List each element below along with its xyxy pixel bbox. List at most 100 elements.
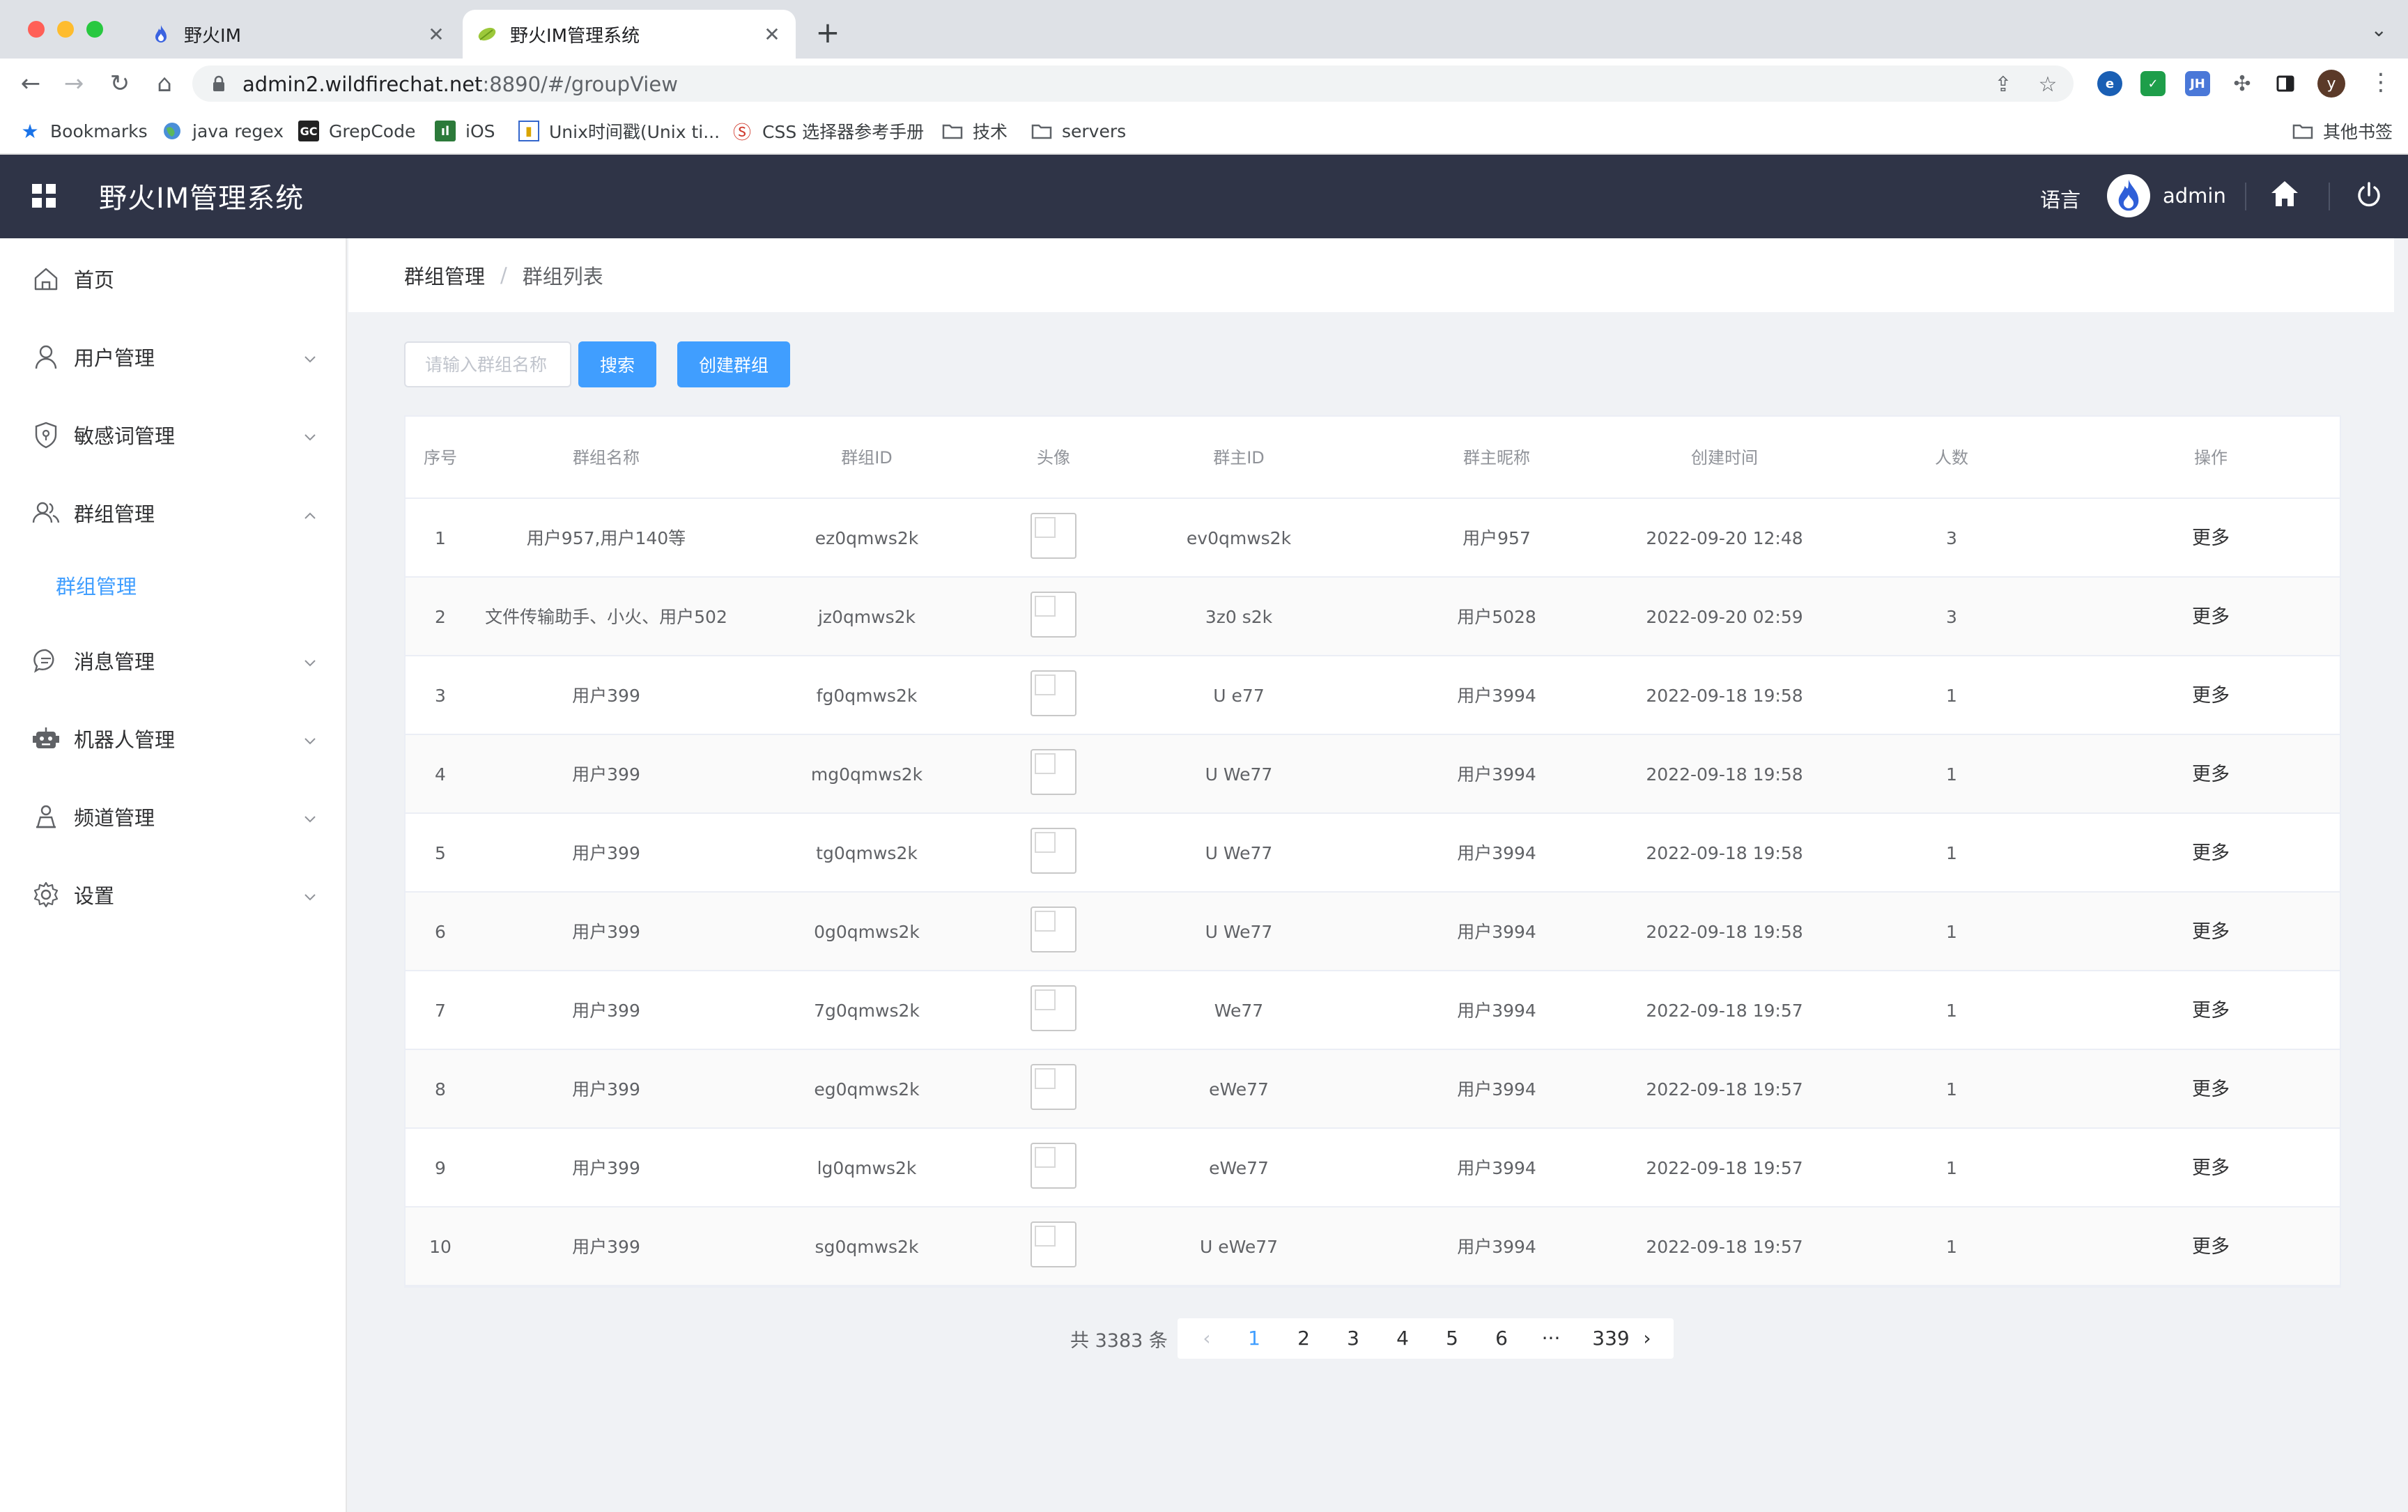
close-tab-icon[interactable]: ✕ bbox=[758, 23, 786, 46]
page-number[interactable]: 4 bbox=[1382, 1318, 1423, 1359]
sidebar-item-robots[interactable]: 机器人管理 bbox=[0, 704, 347, 773]
sidebar-item-groups[interactable]: 群组管理 bbox=[0, 478, 347, 548]
new-tab-icon[interactable]: + bbox=[814, 15, 842, 49]
username[interactable]: admin bbox=[2163, 184, 2226, 208]
table-row[interactable]: 8 用户399 eg0qmws2k eWe77 用户3994 2022-09-18 19:… bbox=[406, 1050, 2340, 1129]
group-avatar-image bbox=[1031, 1221, 1076, 1267]
apps-grid-icon[interactable] bbox=[32, 184, 56, 208]
page-ellipsis[interactable]: ··· bbox=[1530, 1318, 1572, 1359]
sidebar-item-users[interactable]: 用户管理 bbox=[0, 322, 347, 392]
sidebar-item-label: 设置 bbox=[74, 884, 115, 908]
table-row[interactable]: 7 用户399 7g0qmws2k We77 用户3994 2022-09-18 19:5… bbox=[406, 971, 2340, 1050]
url-text: admin2.wildfirechat.net:8890/#/groupView bbox=[242, 72, 678, 96]
page-number[interactable]: 3 bbox=[1332, 1318, 1374, 1359]
star-icon: ★ bbox=[21, 119, 39, 143]
cell-index: 1 bbox=[435, 528, 446, 548]
bookmark-item[interactable]: GC GrepCode bbox=[298, 118, 415, 144]
page-number[interactable]: 339 bbox=[1586, 1318, 1636, 1359]
column-header: 头像 bbox=[1037, 448, 1070, 468]
address-bar[interactable]: admin2.wildfirechat.net:8890/#/groupView… bbox=[192, 65, 2074, 102]
unix-icon: ▮ bbox=[518, 121, 539, 141]
more-actions-link[interactable]: 更多 bbox=[2155, 578, 2267, 656]
column-header: 操作 bbox=[2194, 448, 2228, 468]
extensions-puzzle-icon[interactable]: ✣ bbox=[2230, 71, 2255, 96]
cell-owner-id: eWe77 bbox=[1209, 1158, 1269, 1178]
group-avatar-image bbox=[1031, 907, 1076, 952]
sidebar-item-messages[interactable]: 消息管理 bbox=[0, 626, 347, 695]
bookmark-item[interactable]: java regex bbox=[162, 118, 284, 144]
more-actions-link[interactable]: 更多 bbox=[2155, 971, 2267, 1050]
page-number[interactable]: 1 bbox=[1233, 1318, 1275, 1359]
table-row[interactable]: 2 文件传输助手、小火、用户502 jz0qmws2k 3z0 s2k 用户5028 20… bbox=[406, 578, 2340, 656]
page-number[interactable]: 5 bbox=[1431, 1318, 1473, 1359]
sidebar-subitem-group-management[interactable]: 群组管理 bbox=[0, 550, 347, 620]
bookmark-star-icon[interactable]: ☆ bbox=[2036, 72, 2060, 97]
browser-tab-active[interactable]: 野火IM管理系统 ✕ bbox=[463, 10, 796, 59]
reload-icon[interactable]: ↻ bbox=[103, 67, 137, 100]
language-switch[interactable]: 语言 bbox=[2040, 184, 2081, 213]
close-tab-icon[interactable]: ✕ bbox=[422, 23, 450, 46]
back-icon[interactable]: ← bbox=[14, 67, 47, 100]
page-number[interactable]: 2 bbox=[1283, 1318, 1325, 1359]
profile-avatar[interactable]: y bbox=[2317, 70, 2345, 98]
extension-translate-icon[interactable]: e bbox=[2097, 71, 2122, 96]
bookmark-item[interactable]: 技术 bbox=[942, 118, 1008, 144]
browser-tab-inactive[interactable]: 野火IM ✕ bbox=[137, 10, 460, 59]
cell-index: 7 bbox=[435, 1001, 446, 1021]
more-actions-link[interactable]: 更多 bbox=[2155, 893, 2267, 971]
sidebar-item-home[interactable]: 首页 bbox=[0, 244, 347, 314]
more-actions-link[interactable]: 更多 bbox=[2155, 1208, 2267, 1286]
robot-icon bbox=[32, 725, 60, 753]
more-actions-link[interactable]: 更多 bbox=[2155, 499, 2267, 578]
sidebar-item-settings[interactable]: 设置 bbox=[0, 860, 347, 929]
table-row[interactable]: 3 用户399 fg0qmws2k U e77 用户3994 2022-09-18 19:… bbox=[406, 656, 2340, 735]
extension-shield-icon[interactable]: ✓ bbox=[2140, 71, 2166, 96]
bookmark-item[interactable]: ★ Bookmarks bbox=[20, 118, 147, 144]
forward-icon[interactable]: → bbox=[57, 67, 91, 100]
group-name-search-input[interactable] bbox=[404, 341, 571, 387]
table-row[interactable]: 1 用户957,用户140等 ez0qmws2k ev0qmws2k 用户957 2022… bbox=[406, 499, 2340, 578]
table-row[interactable]: 5 用户399 tg0qmws2k U We77 用户3994 2022-09-18 19… bbox=[406, 814, 2340, 893]
home-icon[interactable]: ⌂ bbox=[148, 67, 181, 100]
bookmark-item[interactable]: ıl iOS bbox=[435, 118, 495, 144]
close-window-button[interactable] bbox=[28, 21, 45, 38]
bookmark-label: GrepCode bbox=[329, 121, 416, 141]
page-number[interactable]: 6 bbox=[1481, 1318, 1522, 1359]
side-panel-icon[interactable] bbox=[2273, 71, 2298, 96]
other-bookmarks[interactable]: 其他书签 bbox=[2292, 118, 2393, 144]
sidebar-item-channels[interactable]: 频道管理 bbox=[0, 782, 347, 851]
group-avatar-image bbox=[1031, 592, 1076, 638]
more-actions-link[interactable]: 更多 bbox=[2155, 656, 2267, 735]
share-icon[interactable]: ⇪ bbox=[1991, 72, 2015, 97]
zoom-window-button[interactable] bbox=[86, 21, 103, 38]
breadcrumb-item[interactable]: 群组管理 bbox=[404, 261, 485, 290]
extension-jh-icon[interactable]: JH bbox=[2185, 71, 2210, 96]
prev-page-icon[interactable]: ‹ bbox=[1186, 1318, 1228, 1359]
power-icon[interactable] bbox=[2355, 181, 2383, 212]
cell-group-id: 7g0qmws2k bbox=[814, 1001, 920, 1021]
table-row[interactable]: 9 用户399 lg0qmws2k eWe77 用户3994 2022-09-18 19:… bbox=[406, 1129, 2340, 1208]
more-options-icon[interactable]: ⋮ bbox=[2369, 68, 2393, 96]
cell-created: 2022-09-18 19:58 bbox=[1646, 764, 1803, 785]
bookmark-item[interactable]: ▮ Unix时间戳(Unix ti... bbox=[518, 118, 720, 144]
more-actions-link[interactable]: 更多 bbox=[2155, 1050, 2267, 1129]
bookmark-item[interactable]: Ⓢ CSS 选择器参考手册 bbox=[732, 118, 924, 144]
breadcrumb: 群组管理 / 群组列表 bbox=[348, 238, 2394, 312]
cell-owner-name: 用户957 bbox=[1462, 528, 1531, 548]
table-row[interactable]: 6 用户399 0g0qmws2k U We77 用户3994 2022-09-18 19… bbox=[406, 893, 2340, 971]
more-actions-link[interactable]: 更多 bbox=[2155, 735, 2267, 814]
create-group-button[interactable]: 创建群组 bbox=[677, 341, 790, 387]
more-actions-link[interactable]: 更多 bbox=[2155, 1129, 2267, 1208]
more-actions-link[interactable]: 更多 bbox=[2155, 814, 2267, 893]
home-icon[interactable] bbox=[2270, 180, 2299, 210]
chevron-down-icon[interactable]: ⌄ bbox=[2371, 18, 2387, 41]
minimize-window-button[interactable] bbox=[57, 21, 74, 38]
table-row[interactable]: 10 用户399 sg0qmws2k U eWe77 用户3994 2022-09-18 … bbox=[406, 1208, 2340, 1286]
sidebar-item-sensitive-words[interactable]: 敏感词管理 bbox=[0, 400, 347, 470]
sidebar: 首页 用户管理 敏感词管理 群组管理 群组管理 消息管理 机器人管理 频道管理 … bbox=[0, 238, 347, 1512]
table-row[interactable]: 4 用户399 mg0qmws2k U We77 用户3994 2022-09-18 19… bbox=[406, 735, 2340, 814]
avatar[interactable] bbox=[2107, 174, 2150, 217]
bookmark-item[interactable]: servers bbox=[1031, 118, 1126, 144]
url-path: :8890/#/groupView bbox=[482, 72, 678, 96]
search-button[interactable]: 搜索 bbox=[578, 341, 656, 387]
